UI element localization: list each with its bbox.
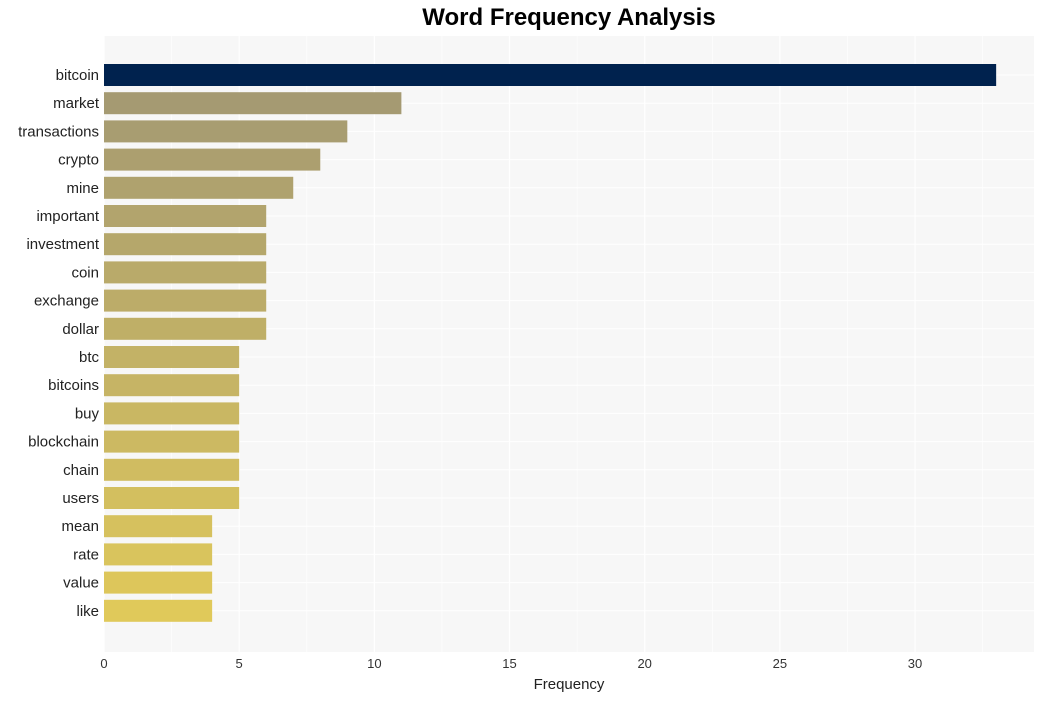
bar-investment bbox=[104, 233, 267, 256]
category-label: chain bbox=[63, 462, 99, 479]
category-label: users bbox=[62, 490, 99, 507]
category-label: buy bbox=[75, 405, 100, 422]
bar-exchange bbox=[104, 289, 267, 312]
bar-bitcoins bbox=[104, 374, 240, 397]
category-label: mean bbox=[61, 518, 99, 535]
category-label: investment bbox=[26, 236, 99, 253]
x-tick-label: 25 bbox=[773, 656, 787, 671]
category-label: btc bbox=[79, 349, 100, 366]
category-label: bitcoins bbox=[48, 377, 99, 394]
category-label: rate bbox=[73, 546, 99, 563]
category-label: like bbox=[76, 603, 99, 620]
category-label: important bbox=[36, 208, 99, 225]
category-label: dollar bbox=[62, 321, 99, 338]
bar-mine bbox=[104, 176, 294, 199]
bar-users bbox=[104, 487, 240, 509]
category-label: exchange bbox=[34, 293, 99, 310]
x-tick-labels: 0 5 10 15 20 25 30 bbox=[100, 656, 922, 671]
bar-blockchain bbox=[104, 430, 240, 453]
bar-coin bbox=[104, 261, 267, 284]
bar-transactions bbox=[104, 120, 348, 143]
bar-btc bbox=[104, 346, 240, 368]
bar-bitcoin bbox=[104, 64, 997, 86]
category-label: crypto bbox=[58, 152, 99, 169]
category-label: market bbox=[53, 95, 100, 112]
x-tick-label: 20 bbox=[637, 656, 651, 671]
bar-mean bbox=[104, 515, 213, 538]
bar-market bbox=[104, 92, 402, 115]
bar-crypto bbox=[104, 148, 321, 171]
x-tick-label: 5 bbox=[236, 656, 243, 671]
category-label: transactions bbox=[18, 123, 99, 140]
x-tick-label: 10 bbox=[367, 656, 381, 671]
category-label: bitcoin bbox=[56, 67, 99, 84]
bar-like bbox=[104, 599, 213, 622]
x-axis-title: Frequency bbox=[534, 676, 605, 693]
bar-buy bbox=[104, 402, 240, 425]
category-label: coin bbox=[71, 264, 99, 281]
x-tick-label: 15 bbox=[502, 656, 516, 671]
bar-dollar bbox=[104, 317, 267, 340]
category-label: blockchain bbox=[28, 434, 99, 451]
bar-rate bbox=[104, 543, 213, 566]
category-label: mine bbox=[66, 180, 99, 197]
bar-chain bbox=[104, 458, 240, 481]
category-label: value bbox=[63, 575, 99, 592]
bar-value bbox=[104, 571, 213, 594]
category-labels: bitcoin market transactions crypto mine impor… bbox=[18, 67, 100, 620]
bar-important bbox=[104, 205, 267, 227]
x-tick-label: 30 bbox=[908, 656, 922, 671]
bar-chart: bitcoin market transactions crypto mine impor… bbox=[18, 36, 1034, 693]
x-tick-label: 0 bbox=[100, 656, 107, 671]
